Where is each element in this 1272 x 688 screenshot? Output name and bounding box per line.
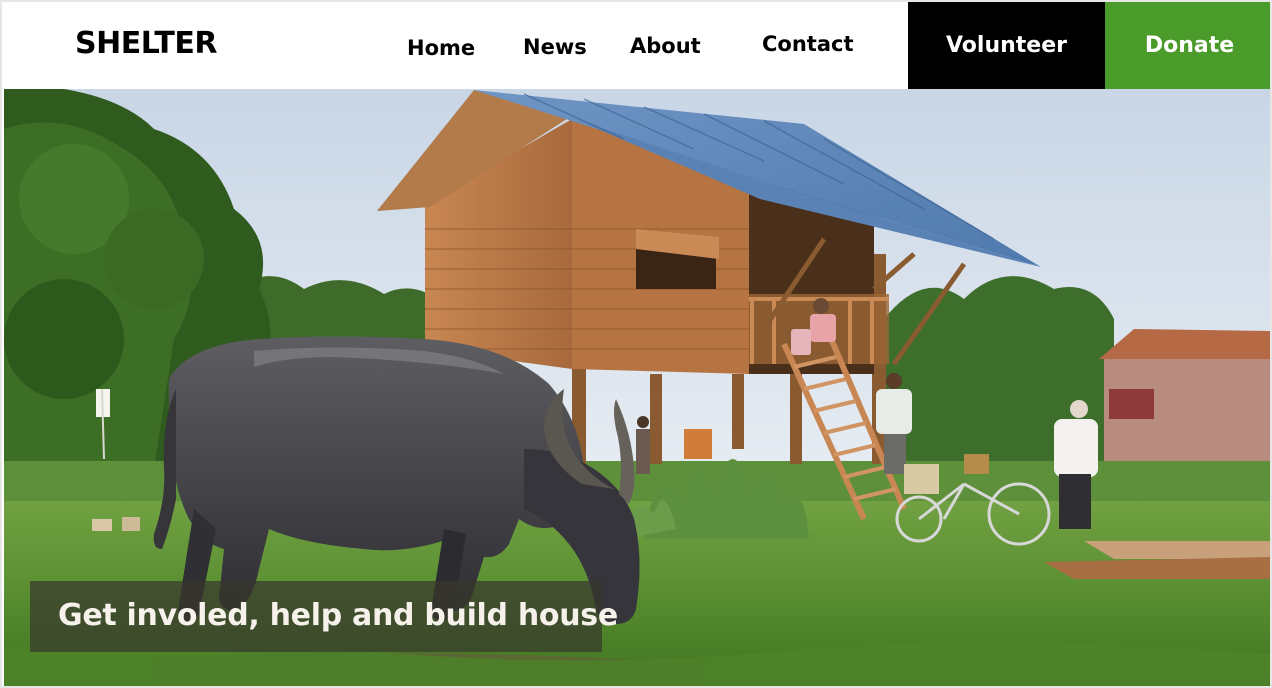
volunteer-button[interactable]: Volunteer xyxy=(908,2,1105,89)
nav-home-link[interactable]: Home xyxy=(407,36,475,60)
nav-contact-link[interactable]: Contact xyxy=(762,32,854,56)
hero-section: Get involed, help and build house xyxy=(4,89,1270,686)
donate-button[interactable]: Donate xyxy=(1105,2,1270,89)
nav-news-link[interactable]: News xyxy=(523,35,587,59)
hero-caption: Get involed, help and build house xyxy=(58,598,618,633)
hero-caption-box: Get involed, help and build house xyxy=(30,581,618,652)
site-logo[interactable]: SHELTER xyxy=(75,26,217,61)
nav-about-link[interactable]: About xyxy=(630,34,701,58)
page-frame: SHELTER Home News About Contact Voluntee… xyxy=(0,0,1272,688)
site-header: SHELTER Home News About Contact Voluntee… xyxy=(2,2,1270,89)
